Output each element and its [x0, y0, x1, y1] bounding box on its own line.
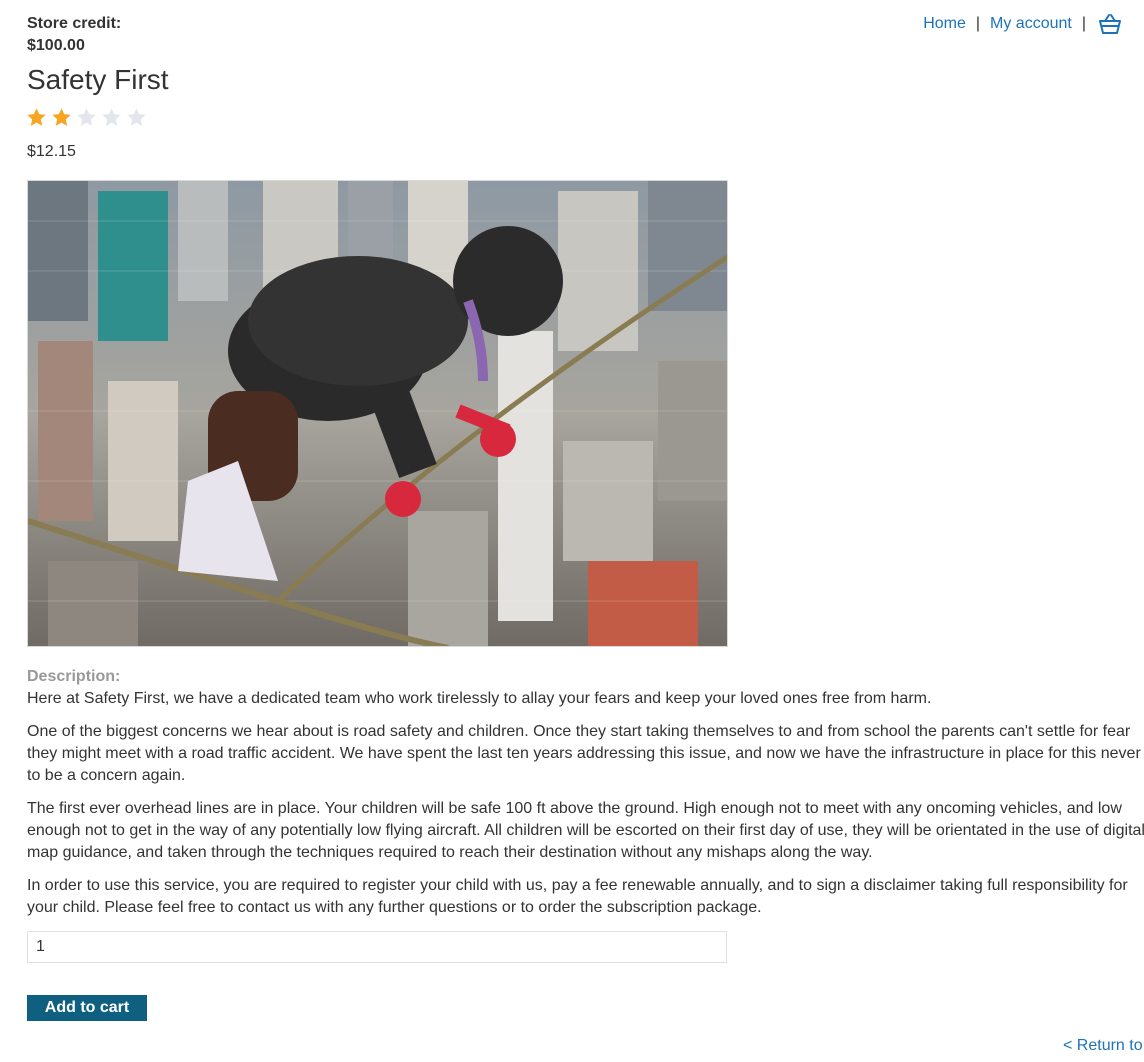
star-icon: [127, 108, 146, 126]
add-to-cart-button[interactable]: Add to cart: [27, 995, 147, 1021]
description-paragraph: Here at Safety First, we have a dedicate…: [27, 690, 932, 707]
description-paragraph: The first ever overhead lines are in pla…: [27, 800, 1144, 861]
product-title: Safety First: [27, 64, 169, 95]
nav-separator: |: [1081, 15, 1086, 32]
product-description: Description: Here at Safety First, we ha…: [27, 666, 1144, 930]
star-icon: [77, 108, 96, 126]
my-account-link[interactable]: My account: [990, 14, 1072, 34]
description-paragraph: One of the biggest concerns we hear abou…: [27, 723, 1141, 784]
description-paragraph: In order to use this service, you are re…: [27, 877, 1128, 916]
store-credit: Store credit: $100.00: [27, 13, 121, 57]
star-rating: [26, 107, 151, 128]
return-to-list-link[interactable]: < Return to list: [1063, 1036, 1144, 1056]
store-credit-amount: $100.00: [27, 37, 85, 54]
store-credit-label: Store credit:: [27, 15, 122, 32]
product-image: [27, 180, 728, 647]
description-label: Description:: [27, 668, 121, 685]
home-link[interactable]: Home: [923, 14, 966, 34]
star-icon: [27, 108, 46, 126]
quantity-input[interactable]: [27, 931, 727, 963]
nav-separator: |: [975, 15, 981, 32]
star-icon: [102, 108, 121, 126]
top-nav: Home | My account |: [923, 13, 1122, 35]
basket-icon[interactable]: [1098, 13, 1122, 35]
star-icon: [52, 108, 71, 126]
product-price: $12.15: [27, 143, 76, 160]
